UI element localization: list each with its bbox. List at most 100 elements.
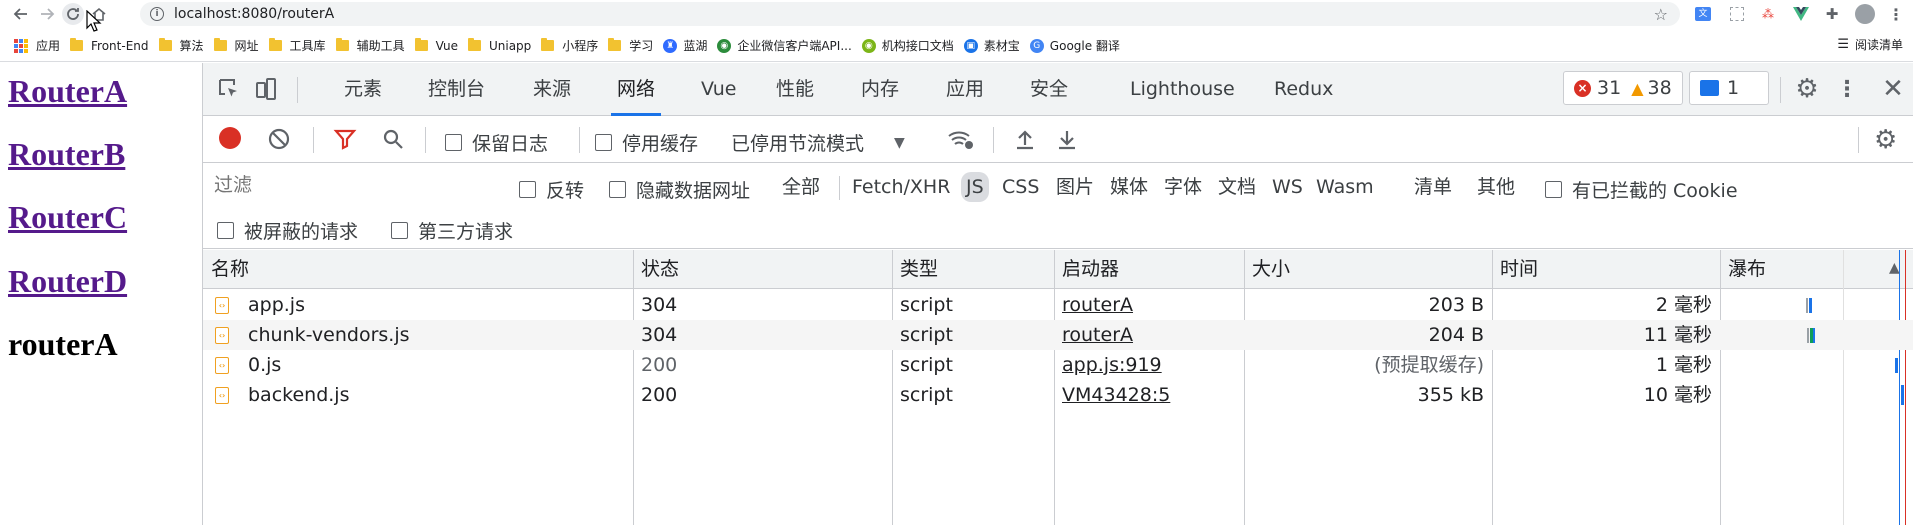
- bookmark-item[interactable]: 算法: [158, 35, 204, 57]
- tab-console[interactable]: 控制台: [428, 63, 485, 116]
- bookmark-item[interactable]: Vue: [414, 35, 458, 57]
- bookmark-item[interactable]: 工具库: [268, 35, 326, 57]
- preserve-log-checkbox[interactable]: 保留日志: [445, 129, 548, 156]
- record-button[interactable]: [219, 127, 241, 149]
- bookmark-item[interactable]: Front-End: [70, 35, 149, 57]
- filter-type-font[interactable]: 字体: [1159, 172, 1207, 202]
- filter-type-manifest[interactable]: 清单: [1409, 172, 1457, 202]
- bookmark-item[interactable]: 应用: [14, 35, 60, 57]
- tab-elements[interactable]: 元素: [344, 63, 382, 116]
- tab-network[interactable]: 网络: [610, 63, 662, 116]
- filter-type-all[interactable]: 全部: [777, 172, 825, 202]
- site-info-icon[interactable]: i: [150, 7, 164, 21]
- filter-type-wasm[interactable]: Wasm: [1311, 172, 1379, 202]
- issues-counter[interactable]: × 31 ▲ 38: [1563, 71, 1683, 105]
- request-name[interactable]: app.js: [248, 290, 305, 320]
- third-party-checkbox[interactable]: 第三方请求: [391, 217, 513, 244]
- browser-menu-icon[interactable]: ⋮: [1886, 4, 1906, 24]
- hide-data-urls-checkbox[interactable]: 隐藏数据网址: [609, 176, 750, 203]
- translate-extension-icon[interactable]: 文: [1693, 4, 1713, 24]
- preserve-log-box[interactable]: [445, 134, 462, 151]
- device-toolbar-icon[interactable]: [252, 75, 280, 103]
- tab-performance[interactable]: 性能: [776, 63, 814, 116]
- filter-type-doc[interactable]: 文档: [1213, 172, 1261, 202]
- third-party-box[interactable]: [391, 222, 408, 239]
- color-picker-extension-icon[interactable]: ⁂: [1758, 4, 1778, 24]
- table-row[interactable]: ‹› 0.js 200 script app.js:919 (预提取缓存) 1 …: [203, 350, 1913, 380]
- router-link-c[interactable]: RouterC: [8, 199, 127, 236]
- request-name[interactable]: 0.js: [248, 350, 281, 380]
- router-link-b[interactable]: RouterB: [8, 136, 125, 173]
- back-icon[interactable]: [10, 3, 32, 25]
- bookmark-item[interactable]: G Google 翻译: [1029, 35, 1120, 57]
- export-har-button[interactable]: [1055, 127, 1079, 151]
- filter-type-ws[interactable]: WS: [1267, 172, 1308, 202]
- invert-box[interactable]: [519, 181, 536, 198]
- table-row[interactable]: ‹› app.js 304 script routerA 203 B 2 毫秒: [203, 290, 1913, 320]
- request-initiator-link[interactable]: VM43428:5: [1062, 380, 1170, 410]
- devtools-close-icon[interactable]: ✕: [1879, 74, 1907, 104]
- column-header-time[interactable]: 时间: [1492, 250, 1538, 289]
- bookmark-item[interactable]: 小程序: [541, 35, 598, 57]
- extensions-puzzle-icon[interactable]: ✚: [1822, 4, 1842, 24]
- filter-type-img[interactable]: 图片: [1051, 172, 1099, 202]
- table-row[interactable]: ‹› chunk-vendors.js 304 script routerA 2…: [203, 320, 1913, 350]
- import-har-button[interactable]: [1013, 127, 1037, 151]
- blocked-requests-box[interactable]: [217, 222, 234, 239]
- column-header-waterfall[interactable]: 瀑布: [1720, 250, 1766, 289]
- filter-type-css[interactable]: CSS: [997, 172, 1044, 202]
- reload-icon[interactable]: [62, 3, 84, 25]
- bookmark-item[interactable]: Uniapp: [467, 35, 531, 57]
- bookmark-item[interactable]: ◉ 机构接口文档: [861, 35, 954, 57]
- disable-cache-checkbox[interactable]: 停用缓存: [595, 129, 698, 156]
- column-header-status[interactable]: 状态: [633, 250, 679, 289]
- filter-type-js[interactable]: JS: [961, 172, 989, 202]
- address-bar[interactable]: i localhost:8080/routerA ☆: [140, 2, 1680, 26]
- reading-list-button[interactable]: ☰ 阅读清单: [1837, 36, 1903, 53]
- filter-toggle-button[interactable]: [333, 127, 357, 151]
- blocked-cookies-checkbox[interactable]: 有已拦截的 Cookie: [1545, 176, 1738, 203]
- bookmark-item[interactable]: ♜ 蓝湖: [663, 35, 707, 57]
- network-conditions-button[interactable]: [947, 127, 975, 151]
- tab-vue[interactable]: Vue: [701, 63, 736, 116]
- router-link-a[interactable]: RouterA: [8, 73, 127, 110]
- vue-devtools-extension-icon[interactable]: [1791, 4, 1811, 24]
- filter-input[interactable]: [209, 170, 499, 200]
- search-button[interactable]: [381, 127, 405, 151]
- hide-data-urls-box[interactable]: [609, 181, 626, 198]
- blocked-cookies-box[interactable]: [1545, 181, 1562, 198]
- tab-application[interactable]: 应用: [946, 63, 984, 116]
- router-link-d[interactable]: RouterD: [8, 263, 127, 300]
- column-header-name[interactable]: 名称: [203, 250, 249, 289]
- inspect-element-icon[interactable]: [215, 75, 243, 103]
- throttling-select[interactable]: 已停用节流模式 ▼: [731, 129, 905, 156]
- filter-type-other[interactable]: 其他: [1472, 172, 1520, 202]
- column-header-initiator[interactable]: 启动器: [1054, 250, 1119, 289]
- blocked-requests-checkbox[interactable]: 被屏蔽的请求: [217, 217, 358, 244]
- bookmark-item[interactable]: ◉ 企业微信客户端API...: [717, 35, 852, 57]
- clear-button[interactable]: [267, 127, 291, 151]
- disable-cache-box[interactable]: [595, 134, 612, 151]
- tab-sources[interactable]: 来源: [533, 63, 571, 116]
- bookmark-star-icon[interactable]: ☆: [1654, 5, 1668, 24]
- column-header-size[interactable]: 大小: [1244, 250, 1290, 289]
- profile-avatar-icon[interactable]: [1855, 4, 1875, 24]
- request-initiator-link[interactable]: routerA: [1062, 320, 1133, 350]
- tab-security[interactable]: 安全: [1030, 63, 1068, 116]
- request-initiator-link[interactable]: app.js:919: [1062, 350, 1162, 380]
- filter-type-media[interactable]: 媒体: [1105, 172, 1153, 202]
- devtools-settings-gear-icon[interactable]: ⚙: [1793, 74, 1821, 104]
- bookmark-item[interactable]: 学习: [608, 35, 653, 57]
- messages-counter[interactable]: 1: [1689, 71, 1769, 105]
- request-name[interactable]: chunk-vendors.js: [248, 320, 410, 350]
- devtools-more-menu-icon[interactable]: ⋮: [1833, 75, 1861, 103]
- bookmark-item[interactable]: 网址: [213, 35, 259, 57]
- bookmark-item[interactable]: 辅助工具: [335, 35, 405, 57]
- column-header-type[interactable]: 类型: [892, 250, 938, 289]
- tab-lighthouse[interactable]: Lighthouse: [1130, 63, 1235, 116]
- invert-checkbox[interactable]: 反转: [519, 176, 584, 203]
- tab-memory[interactable]: 内存: [861, 63, 899, 116]
- request-name[interactable]: backend.js: [248, 380, 350, 410]
- forward-icon[interactable]: [36, 3, 58, 25]
- filter-type-fetch-xhr[interactable]: Fetch/XHR: [847, 172, 955, 202]
